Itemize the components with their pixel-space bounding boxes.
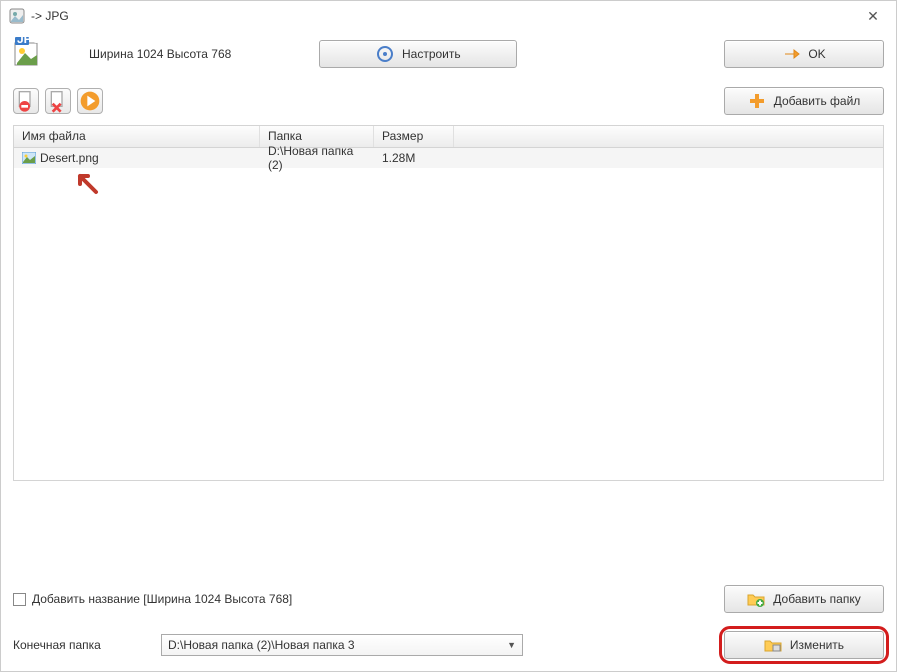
col-spacer <box>454 126 883 147</box>
change-button[interactable]: Изменить <box>724 631 884 659</box>
chevron-down-icon: ▼ <box>507 640 516 650</box>
clear-button[interactable] <box>45 88 71 114</box>
file-folder: D:\Новая папка (2) <box>260 142 374 174</box>
dest-folder-select[interactable]: D:\Новая папка (2)\Новая папка 3 ▼ <box>161 634 523 656</box>
col-name[interactable]: Имя файла <box>14 126 260 147</box>
file-name: Desert.png <box>40 151 99 165</box>
file-size: 1.28M <box>374 149 454 167</box>
app-icon <box>9 8 25 24</box>
ok-button[interactable]: OK <box>724 40 884 68</box>
dest-folder-label: Конечная папка <box>13 638 153 652</box>
configure-label: Настроить <box>402 47 461 61</box>
configure-button[interactable]: Настроить <box>319 40 517 68</box>
close-button[interactable]: ✕ <box>858 8 888 25</box>
add-title-label: Добавить название [Ширина 1024 Высота 76… <box>32 592 292 606</box>
table-header: Имя файла Папка Размер <box>14 126 883 148</box>
add-folder-label: Добавить папку <box>773 592 860 606</box>
ok-label: OK <box>808 47 825 61</box>
svg-text:JPG: JPG <box>17 37 41 46</box>
dimensions-text: Ширина 1024 Высота 768 <box>89 47 231 61</box>
table-row[interactable]: Desert.png D:\Новая папка (2) 1.28M <box>14 148 883 168</box>
col-size[interactable]: Размер <box>374 126 454 147</box>
remove-button[interactable] <box>13 88 39 114</box>
add-title-checkbox[interactable] <box>13 593 26 606</box>
file-table: Имя файла Папка Размер Desert.png D:\Нов… <box>13 125 884 481</box>
jpg-format-icon: JPG <box>13 37 47 71</box>
arrow-right-icon <box>782 45 800 63</box>
folder-open-icon <box>764 636 782 654</box>
folder-plus-icon <box>747 590 765 608</box>
highlight-annotation: Изменить <box>724 631 884 659</box>
add-file-button[interactable]: Добавить файл <box>724 87 884 115</box>
add-folder-button[interactable]: Добавить папку <box>724 585 884 613</box>
annotation-arrow-icon <box>72 168 102 201</box>
plus-icon <box>748 92 766 110</box>
gear-icon <box>376 45 394 63</box>
play-button[interactable] <box>77 88 103 114</box>
image-file-icon <box>22 152 36 164</box>
toolbar: JPG Ширина 1024 Высота 768 Настроить OK <box>1 31 896 87</box>
add-file-label: Добавить файл <box>774 94 861 108</box>
window-title: -> JPG <box>31 9 858 23</box>
change-label: Изменить <box>790 638 844 652</box>
dest-folder-value: D:\Новая папка (2)\Новая папка 3 <box>168 638 507 652</box>
titlebar: -> JPG ✕ <box>1 1 896 31</box>
